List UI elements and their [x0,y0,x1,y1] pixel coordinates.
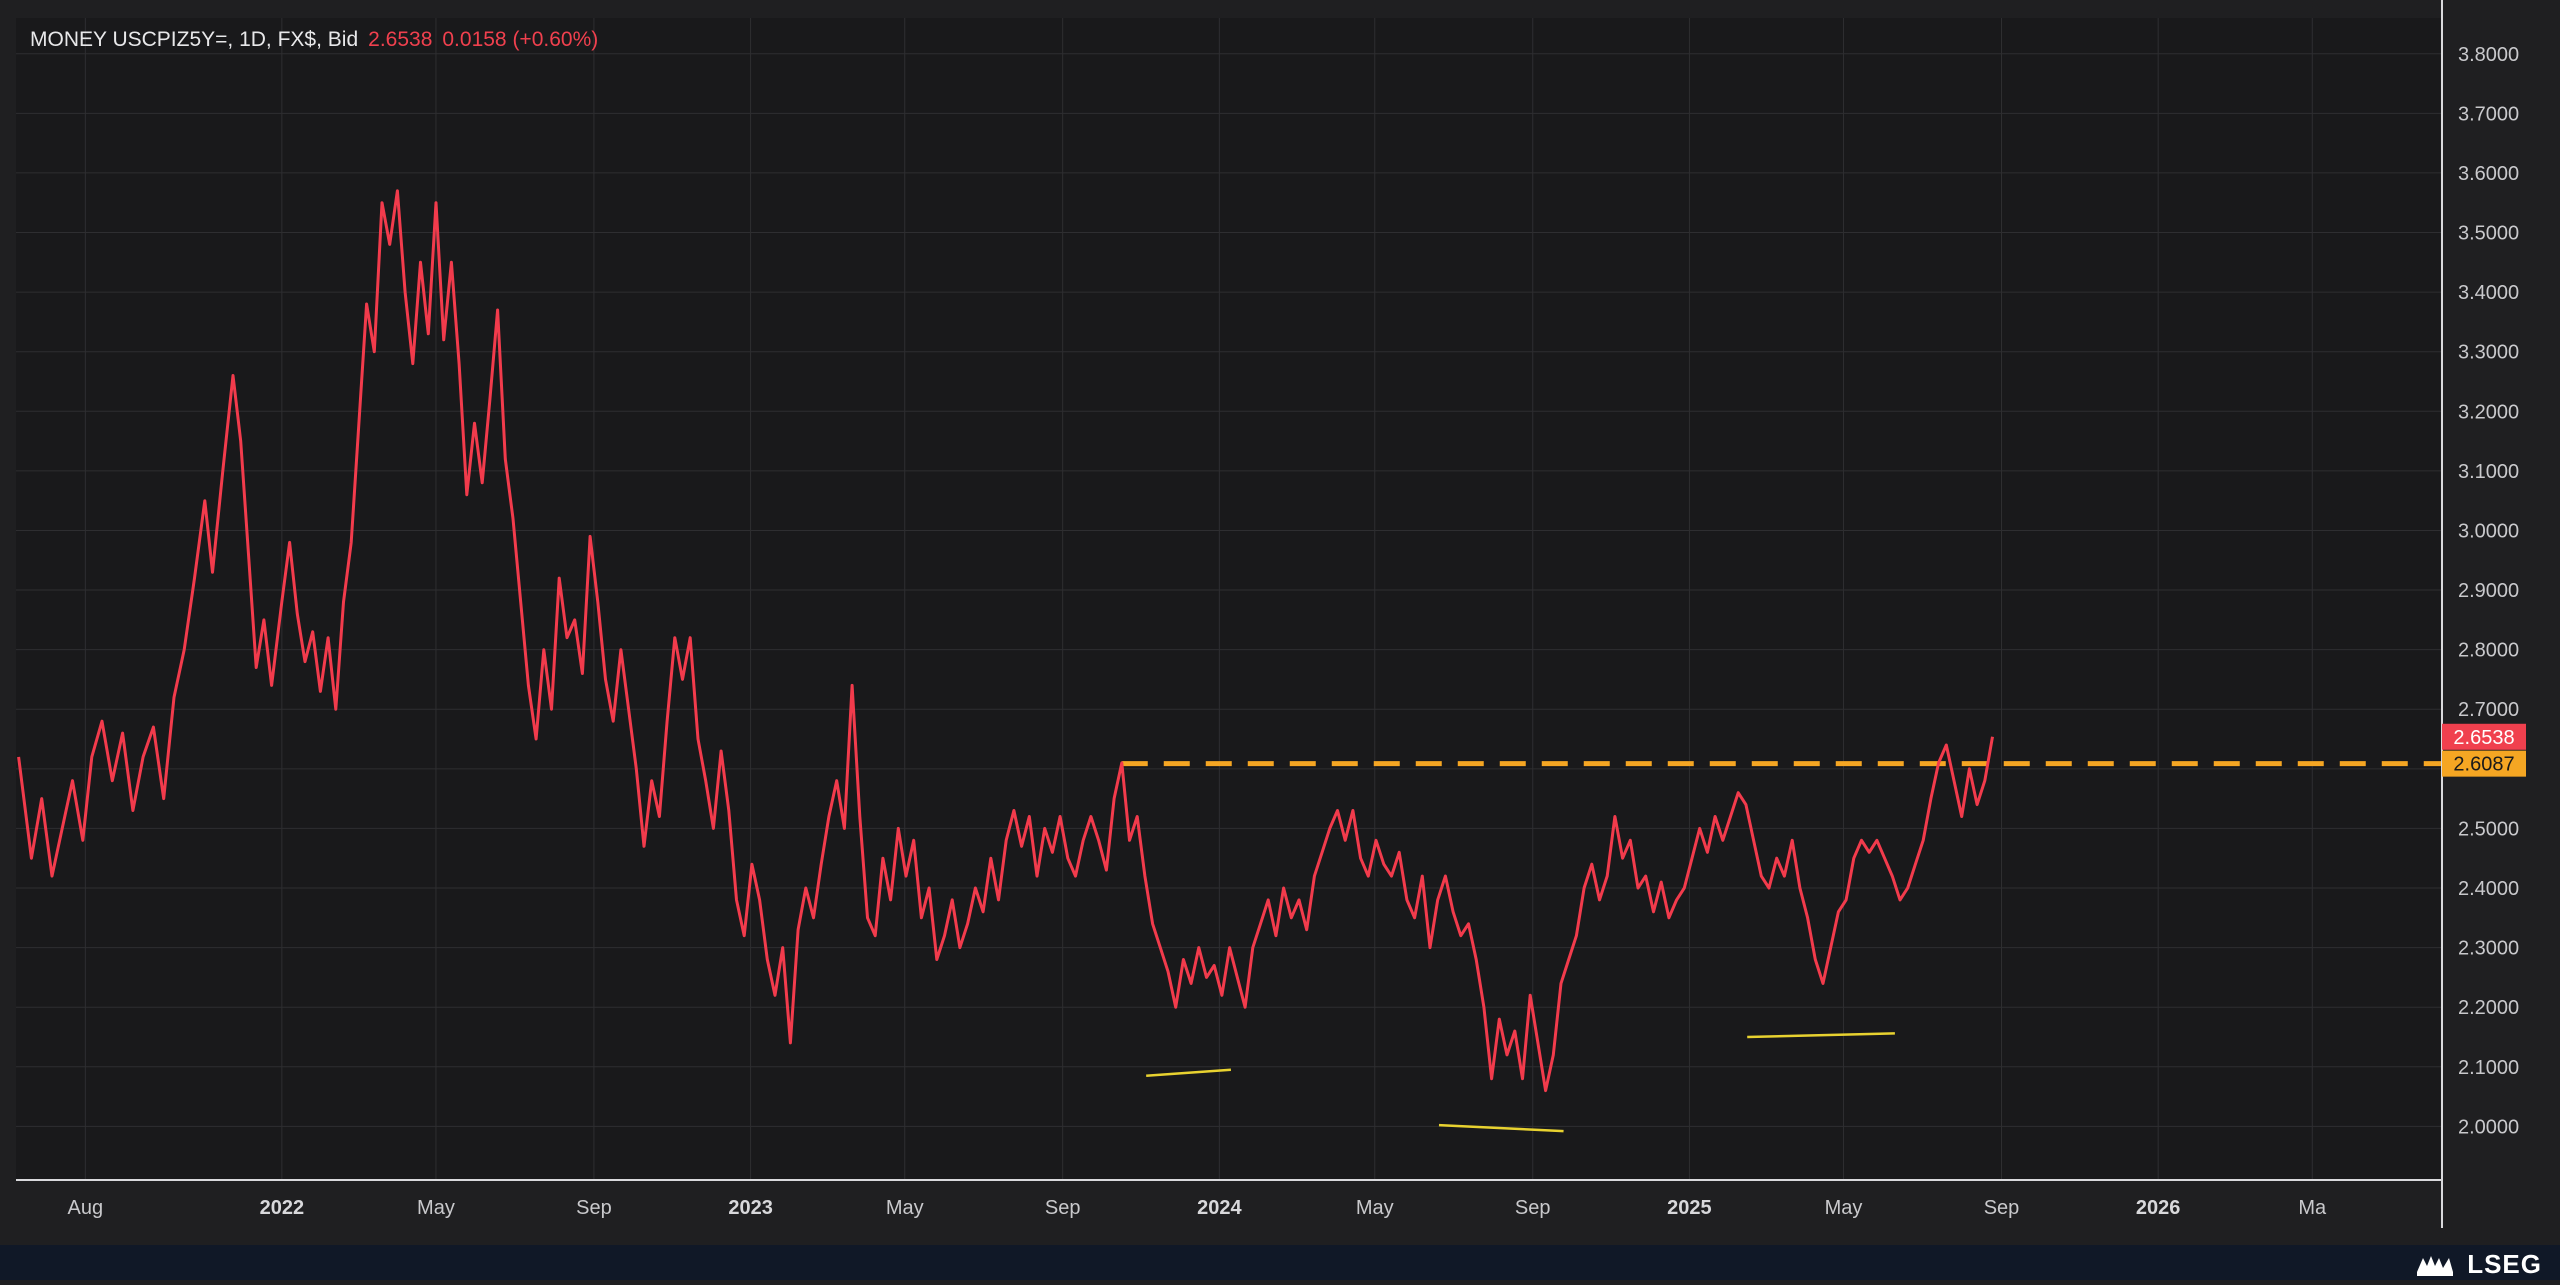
x-tick-label: May [1356,1197,1394,1219]
y-tick-label: 3.4000 [2458,282,2519,304]
y-tick-label: 2.4000 [2458,878,2519,900]
x-tick-label: May [886,1197,924,1219]
y-tick-label: 2.0000 [2458,1116,2519,1138]
lseg-leaf-logo-icon [2415,1252,2459,1278]
instrument-name: MONEY USCPIZ5Y=, 1D, FX$, Bid [30,28,359,51]
x-tick-label: May [417,1197,455,1219]
y-tick-label: 2.5000 [2458,818,2519,840]
x-tick-label: Sep [1984,1197,2020,1219]
price-change: 0.0158 (+0.60%) [442,28,599,51]
y-tick-label: 3.2000 [2458,401,2519,423]
y-tick-label: 3.7000 [2458,103,2519,125]
x-tick-label: 2022 [260,1197,305,1219]
x-tick-label: Ma [2298,1197,2327,1219]
grid-lines [16,18,2442,1180]
footer-bar: LSEG [0,1245,2560,1280]
chart-panel[interactable]: 3.8000 3.7000 3.6000 3.5000 3.4000 3.3000 3.20… [0,0,2560,1245]
y-tick-label: 3.5000 [2458,223,2519,245]
y-tick-label: 3.3000 [2458,342,2519,364]
y-tick-label: 2.9000 [2458,580,2519,602]
y-tick-label: 3.8000 [2458,44,2519,66]
x-tick-label: 2025 [1667,1197,1712,1219]
y-tick-label: 3.0000 [2458,520,2519,542]
x-tick-label: Sep [576,1197,612,1219]
price-chart[interactable]: 3.8000 3.7000 3.6000 3.5000 3.4000 3.3000 3.20… [0,0,2560,1245]
last-price-tag-text: 2.6538 [2453,727,2514,749]
x-tick-label: 2024 [1197,1197,1242,1219]
last-price: 2.6538 [368,28,433,51]
instrument-legend: MONEY USCPIZ5Y=, 1D, FX$, Bid 2.6538 0.015… [30,28,598,52]
x-tick-label: 2026 [2136,1197,2181,1219]
y-tick-label: 2.3000 [2458,938,2519,960]
y-tick-label: 2.8000 [2458,640,2519,662]
x-tick-label: May [1825,1197,1863,1219]
price-labels: 2.6087 2.6538 [2442,723,2526,777]
y-tick-label: 3.6000 [2458,163,2519,185]
y-tick-label: 3.1000 [2458,461,2519,483]
plot-area [16,18,2442,1180]
x-tick-label: Sep [1045,1197,1081,1219]
x-tick-label: 2023 [728,1197,773,1219]
y-tick-label: 2.7000 [2458,699,2519,721]
x-tick-label: Aug [68,1197,104,1219]
brand-name: LSEG [2467,1249,2542,1279]
x-tick-label: Sep [1515,1197,1551,1219]
brand: LSEG [2415,1249,2542,1280]
y-tick-label: 2.2000 [2458,997,2519,1019]
resistance-price-text: 2.6087 [2453,754,2514,776]
y-tick-label: 2.1000 [2458,1057,2519,1079]
